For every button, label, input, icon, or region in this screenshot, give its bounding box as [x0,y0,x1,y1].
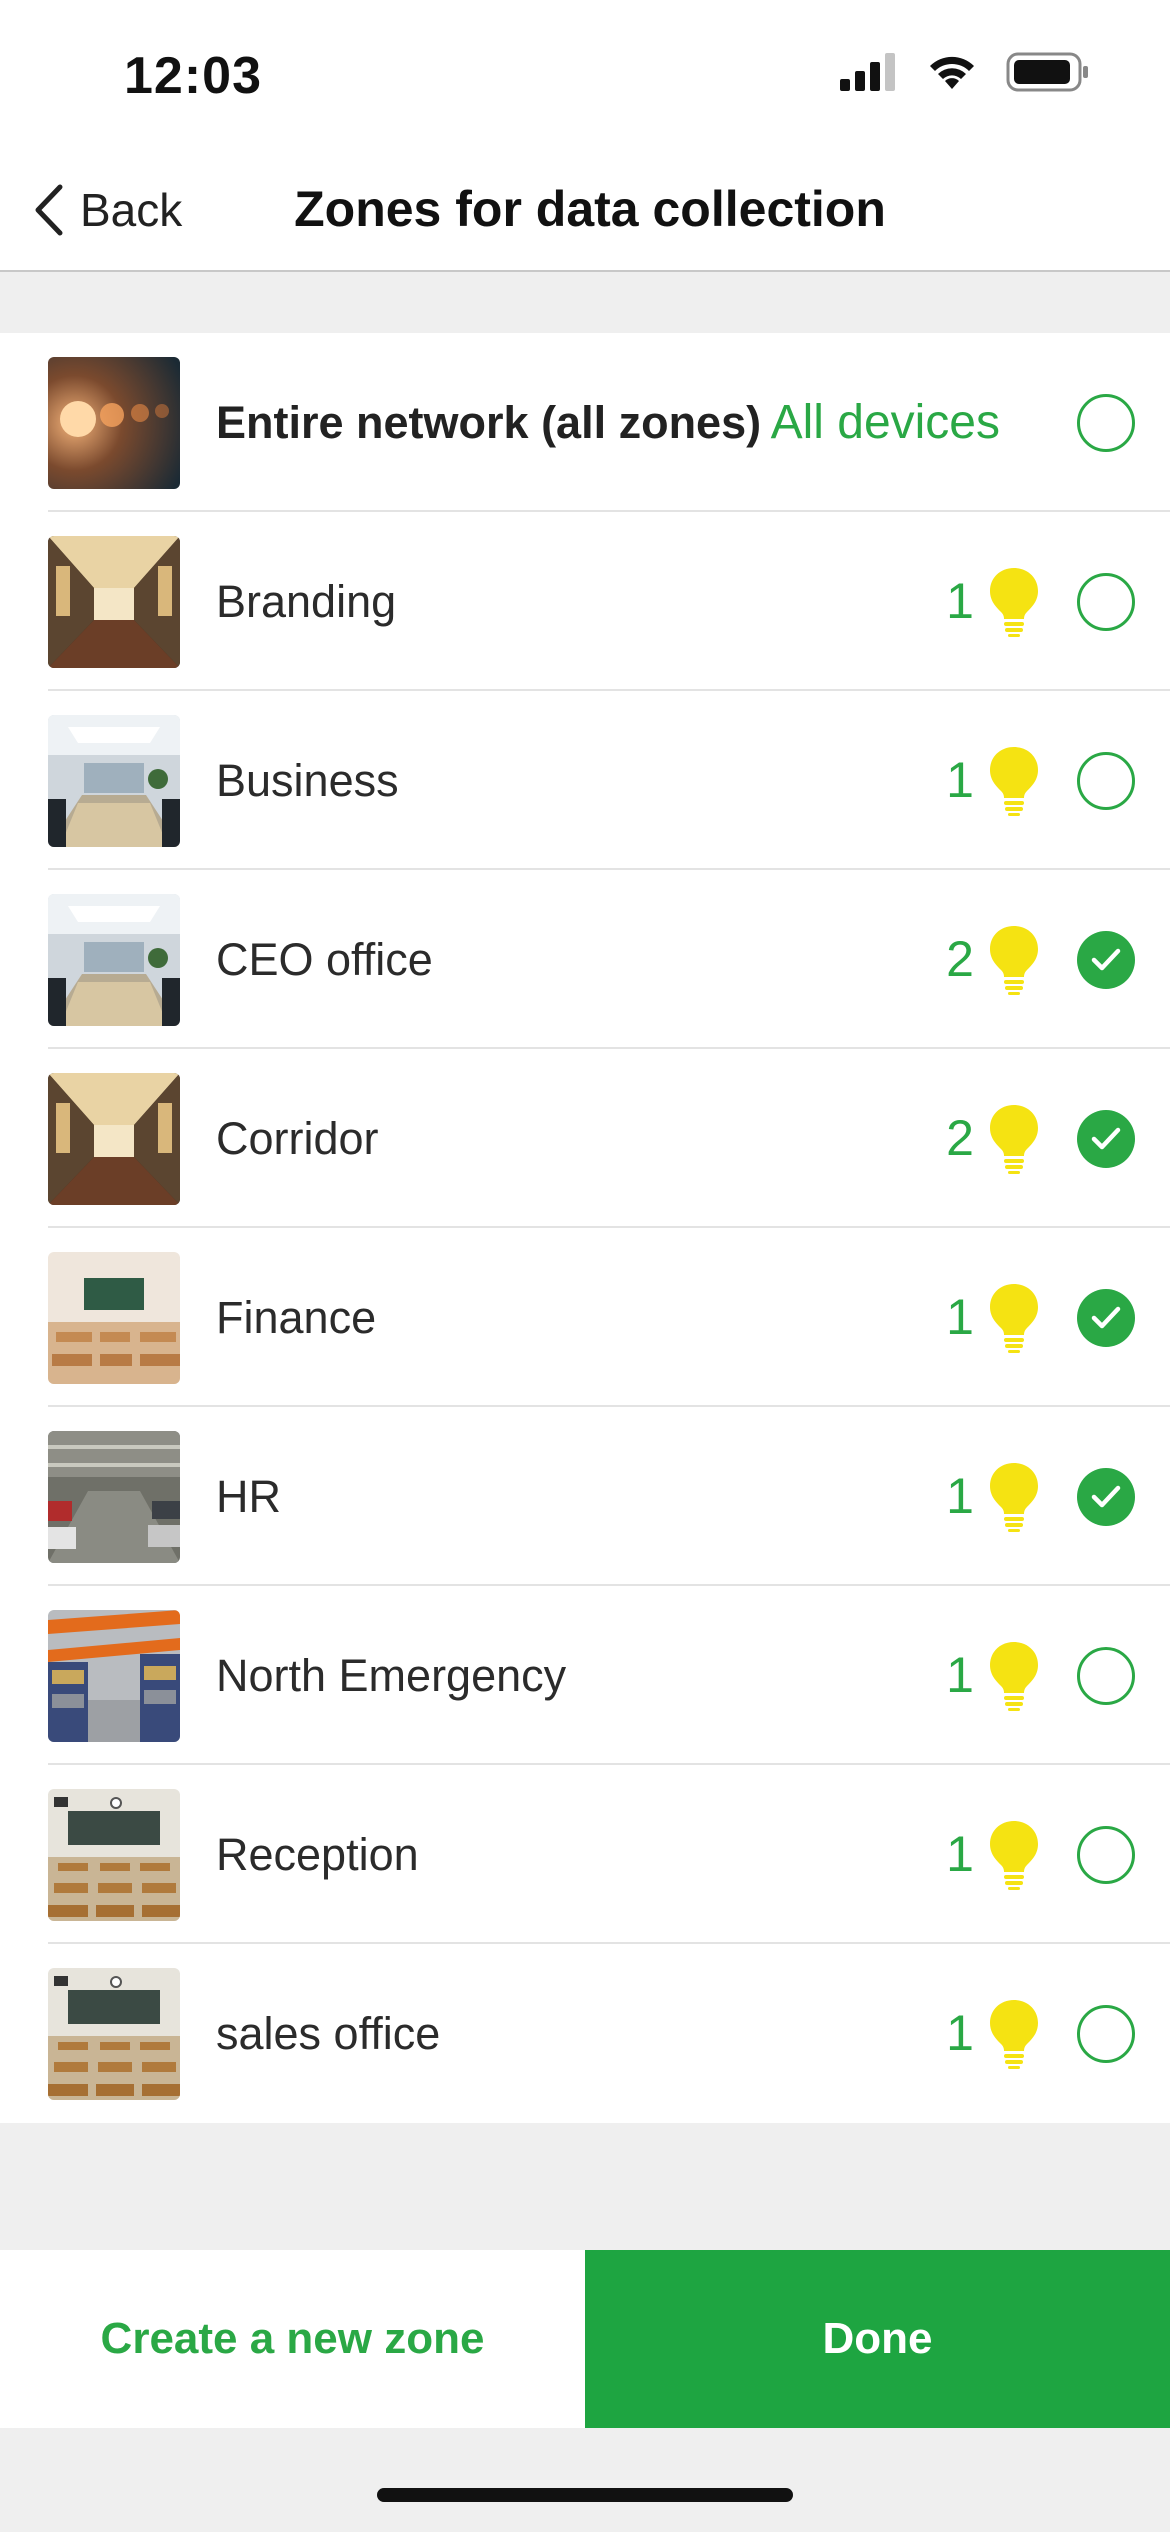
zone-checkbox[interactable] [1077,1110,1135,1168]
done-button[interactable]: Done [585,2250,1170,2428]
device-count: 1 [946,2005,974,2061]
zone-checkbox[interactable] [1077,1468,1135,1526]
zone-name: sales office [216,2008,441,2059]
entire-network-checkbox[interactable] [1077,394,1135,452]
zone-checkbox[interactable] [1077,752,1135,810]
zone-thumbnail [48,357,180,489]
zone-thumbnail [48,1073,180,1205]
zone-name: CEO office [216,934,433,985]
navigation-bar: Back Zones for data collection [0,150,1170,272]
zone-row[interactable]: North Emergency 1 [0,1586,1170,1765]
checkmark-icon [1091,1485,1121,1508]
home-indicator [377,2488,793,2502]
entire-network-label: Entire network (all zones) [216,397,762,448]
zone-thumbnail [48,1431,180,1563]
zone-checkbox[interactable] [1077,573,1135,631]
device-count: 1 [946,1647,974,1703]
lightbulb-icon [988,1640,1040,1712]
device-count: 1 [946,752,974,808]
all-devices-label: All devices [770,396,1000,449]
lightbulb-icon [988,924,1040,996]
create-zone-button[interactable]: Create a new zone [0,2250,585,2428]
zone-row[interactable]: CEO office 2 [0,870,1170,1049]
zone-row[interactable]: Corridor 2 [0,1049,1170,1228]
zone-row[interactable]: sales office 1 [0,1944,1170,2123]
status-time: 12:03 [124,47,262,105]
zone-row[interactable]: Reception 1 [0,1765,1170,1944]
device-count: 1 [946,1468,974,1524]
zone-thumbnail [48,1968,180,2100]
lightbulb-icon [988,1998,1040,2070]
device-count: 2 [946,931,974,987]
bottom-action-bar: Create a new zone Done [0,2250,1170,2428]
checkmark-icon [1091,1306,1121,1329]
zone-thumbnail [48,1252,180,1384]
device-count: 1 [946,573,974,629]
zone-name: Business [216,755,399,806]
zone-thumbnail [48,894,180,1026]
zone-checkbox[interactable] [1077,1826,1135,1884]
lightbulb-icon [988,566,1040,638]
lightbulb-icon [988,1461,1040,1533]
zone-name: Corridor [216,1113,379,1164]
zone-checkbox[interactable] [1077,931,1135,989]
zone-name: Finance [216,1292,377,1343]
zone-thumbnail [48,1610,180,1742]
lightbulb-icon [988,1819,1040,1891]
page-title: Zones for data collection [294,181,886,237]
zone-checkbox[interactable] [1077,1289,1135,1347]
zone-list: Entire network (all zones) All devices B… [0,333,1170,2123]
zone-row[interactable]: HR 1 [0,1407,1170,1586]
entire-network-row[interactable]: Entire network (all zones) All devices [0,333,1170,512]
zone-row[interactable]: Branding 1 [0,512,1170,691]
zone-thumbnail [48,1789,180,1921]
cellular-signal-icon [840,53,895,91]
status-bar: 12:03 [0,0,1170,150]
checkmark-icon [1091,948,1121,971]
zone-row[interactable]: Finance 1 [0,1228,1170,1407]
zone-row[interactable]: Business 1 [0,691,1170,870]
device-count: 2 [946,1110,974,1166]
zone-name: Reception [216,1829,419,1880]
zone-thumbnail [48,715,180,847]
checkmark-icon [1091,1127,1121,1150]
wifi-icon [930,56,974,89]
device-count: 1 [946,1289,974,1345]
battery-icon [1006,52,1088,92]
zone-checkbox[interactable] [1077,1647,1135,1705]
zone-checkbox[interactable] [1077,2005,1135,2063]
status-icons [840,52,1090,92]
lightbulb-icon [988,745,1040,817]
lightbulb-icon [988,1103,1040,1175]
device-count: 1 [946,1826,974,1882]
zone-name: HR [216,1471,281,1522]
zone-name: Branding [216,576,397,627]
lightbulb-icon [988,1282,1040,1354]
zone-thumbnail [48,536,180,668]
zone-name: North Emergency [216,1650,567,1701]
